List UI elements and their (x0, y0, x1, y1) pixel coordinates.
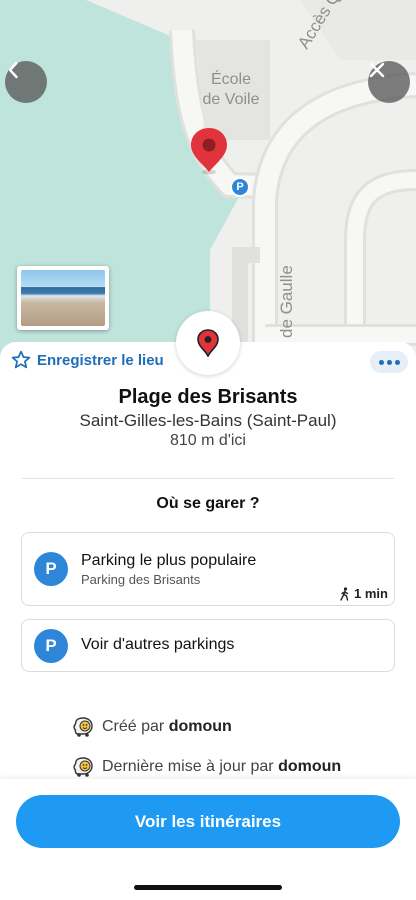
wazer-avatar-icon (73, 717, 93, 737)
popular-parking-name: Parking des Brisants (81, 572, 201, 587)
star-outline-icon (11, 350, 31, 369)
updated-by-text: Dernière mise à jour par domoun (102, 758, 341, 776)
created-by-text: Créé par domoun (102, 718, 232, 736)
parking-marker[interactable]: P (230, 177, 250, 197)
view-routes-button[interactable]: Voir les itinéraires (16, 795, 400, 848)
popular-parking-card[interactable]: P Parking le plus populaire Parking des … (21, 532, 395, 606)
wazer-avatar-icon (73, 757, 93, 777)
updated-by-prefix: Dernière mise à jour par (102, 758, 274, 775)
map-label-de-gaulle: de Gaulle (277, 265, 296, 338)
home-indicator[interactable] (134, 885, 282, 890)
map-pin-icon (197, 329, 219, 357)
created-by-row: Créé par domoun (72, 716, 232, 738)
more-options-icon (378, 359, 384, 365)
created-by-prefix: Créé par (102, 718, 165, 735)
walking-person-icon (340, 586, 349, 601)
more-options-dot (394, 359, 400, 365)
parking-section-title: Où se garer ? (156, 495, 260, 512)
close-button[interactable] (368, 61, 410, 103)
save-place-button[interactable]: Enregistrer le lieu (11, 350, 164, 370)
created-by-user[interactable]: domoun (169, 718, 232, 735)
close-icon (369, 62, 385, 78)
parking-badge-icon: P (34, 552, 68, 586)
parking-badge-icon: P (34, 629, 68, 663)
place-photo-thumbnail[interactable] (17, 266, 109, 330)
walk-time: 1 min (339, 586, 388, 601)
beach-photo (21, 270, 105, 326)
map-view[interactable]: École de Voile Accès Quai de Gaulle P (0, 0, 416, 360)
updated-by-user[interactable]: domoun (278, 758, 341, 775)
location-pin (189, 126, 229, 176)
map-label-ecole: École de Voile (202, 71, 260, 108)
walk-time-label: 1 min (354, 586, 388, 601)
place-pin-badge (176, 311, 240, 375)
place-title: Plage des Brisants (118, 386, 298, 408)
more-options-button[interactable] (370, 351, 408, 373)
map-label-ecole-de-voile: École de Voile (196, 70, 266, 110)
other-parkings-title: Voir d'autres parkings (81, 636, 235, 653)
more-options-dot (386, 359, 392, 365)
back-button[interactable] (5, 61, 47, 103)
other-parkings-card[interactable]: P Voir d'autres parkings (21, 619, 395, 672)
popular-parking-title: Parking le plus populaire (81, 552, 257, 569)
place-subtitle: Saint-Gilles-les-Bains (Saint-Paul) (79, 411, 337, 430)
updated-by-row: Dernière mise à jour par domoun (72, 756, 341, 778)
place-distance: 810 m d'ici (170, 432, 246, 449)
divider (22, 478, 394, 479)
save-place-label: Enregistrer le lieu (37, 351, 164, 369)
chevron-left-icon (8, 61, 18, 79)
map-pin-icon (191, 128, 227, 175)
